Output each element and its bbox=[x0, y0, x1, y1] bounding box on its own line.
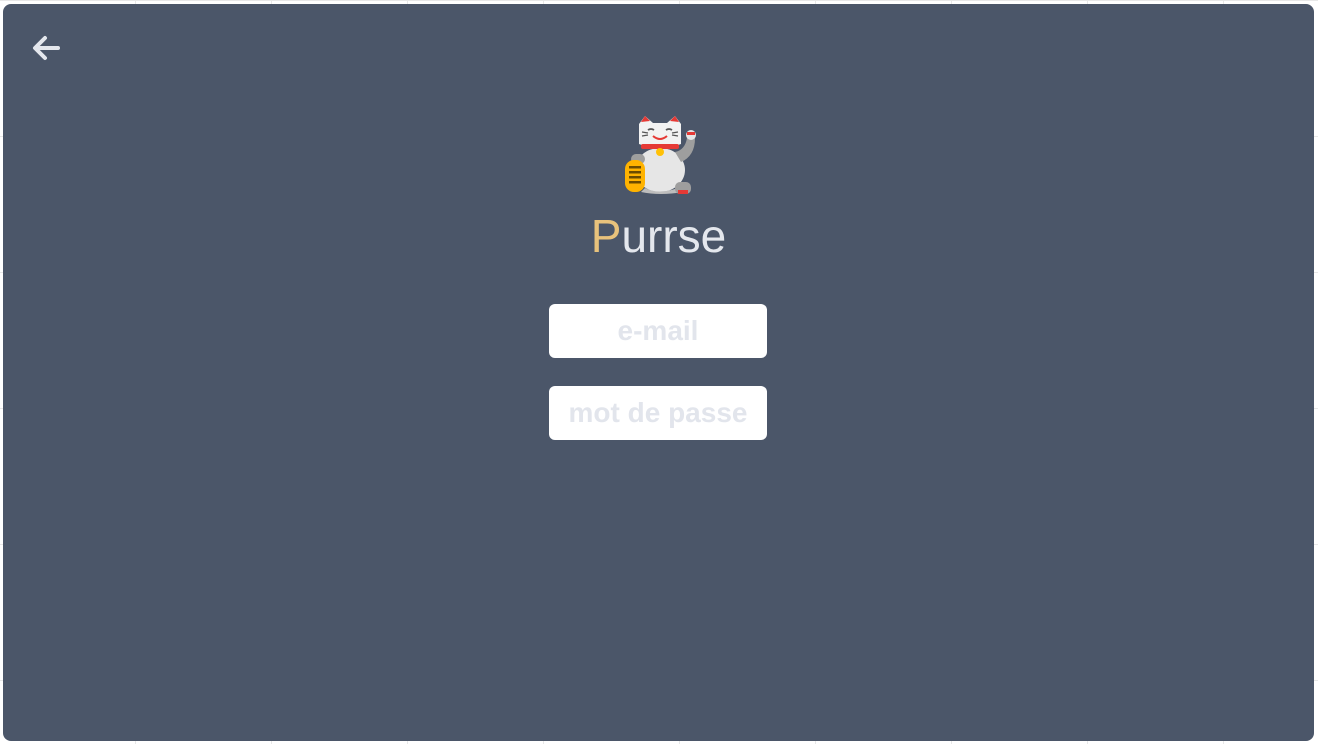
app-title-rest: urrse bbox=[621, 210, 727, 262]
app-title-accent: P bbox=[590, 210, 622, 262]
arrow-left-icon bbox=[33, 36, 60, 60]
back-button[interactable] bbox=[25, 28, 67, 68]
email-field[interactable] bbox=[549, 304, 767, 358]
app-title: Purrse bbox=[3, 209, 1314, 263]
login-screen: Purrse bbox=[3, 4, 1314, 741]
password-field[interactable] bbox=[549, 386, 767, 440]
maneki-neko-icon bbox=[625, 116, 696, 194]
